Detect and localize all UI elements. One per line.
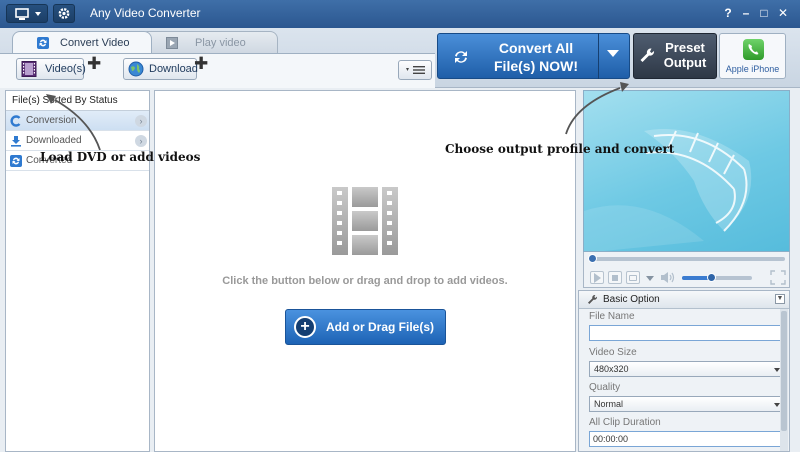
preset-output-label: Preset Output (656, 40, 714, 70)
playback-menu-arrow-icon[interactable] (646, 276, 654, 281)
sidebar-item-label: Conversion (26, 115, 77, 126)
drop-hint-text: Click the button below or drag and drop … (222, 275, 508, 287)
volume-slider[interactable] (682, 273, 752, 282)
sidebar-item-conversion[interactable]: Conversion › (6, 111, 149, 131)
monitor-icon (15, 8, 41, 20)
duration-label: All Clip Duration (589, 417, 661, 428)
convert-icon (37, 37, 49, 49)
quality-value: Normal (594, 399, 624, 409)
add-videos-plus-icon: ✚ (87, 54, 102, 73)
convert-line-1: Convert All (498, 40, 574, 56)
stop-icon (612, 275, 618, 281)
add-or-drag-files-label: Add or Drag File(s) (326, 320, 435, 334)
preset-output-button[interactable]: Preset Output (633, 33, 717, 79)
annotation-choose-profile: Choose output profile and convert (445, 142, 675, 156)
convert-split-divider (598, 33, 599, 79)
file-name-label: File Name (589, 311, 635, 322)
status-sidebar: File(s) Sorted By Status Conversion › Do… (5, 90, 150, 452)
help-button[interactable]: ? (720, 5, 736, 21)
maximize-button[interactable]: □ (756, 5, 772, 21)
preset-line-2: Output (663, 55, 707, 70)
phone-icon (743, 39, 764, 60)
basic-option-header[interactable]: Basic Option ▼ (579, 291, 789, 309)
download-label: Download (149, 63, 198, 75)
plus-circle-icon: + (294, 316, 316, 338)
preset-line-1: Preset (665, 40, 705, 55)
convert-all-button[interactable]: Convert All File(s) NOW! (437, 33, 630, 79)
convert-all-label: Convert All File(s) NOW! (471, 39, 601, 75)
basic-option-panel: Basic Option ▼ File Name Video Size 480x… (578, 290, 790, 452)
add-videos-label: Video(s) (45, 63, 86, 75)
convert-dropdown-arrow-icon[interactable] (607, 50, 619, 57)
options-scroll-thumb[interactable] (781, 311, 787, 431)
gear-icon (58, 8, 70, 19)
download-plus-icon: ✚ (194, 54, 209, 73)
video-film-icon (21, 61, 37, 77)
volume-icon[interactable] (660, 271, 676, 284)
main-menu-button[interactable] (6, 4, 48, 23)
play-video-icon (166, 37, 178, 49)
video-size-value: 480x320 (594, 364, 629, 374)
list-view-button[interactable] (398, 60, 432, 80)
quality-label: Quality (589, 382, 621, 393)
wrench-icon (640, 48, 655, 62)
settings-button[interactable] (53, 4, 75, 23)
list-icon (406, 66, 425, 74)
globe-icon (128, 61, 144, 77)
basic-option-title: Basic Option (603, 294, 660, 305)
tab-play-video-label: Play video (195, 37, 246, 49)
seek-bar[interactable] (588, 254, 785, 263)
duration-field[interactable]: 00:00:00 (589, 431, 785, 447)
film-strip-icon (332, 187, 398, 255)
minimize-button[interactable]: – (738, 5, 754, 21)
title-bar: Any Video Converter ? – □ ✕ (0, 0, 800, 28)
volume-knob[interactable] (707, 273, 717, 282)
video-size-select[interactable]: 480x320 (589, 361, 785, 377)
camera-icon (629, 275, 637, 281)
player-controls (583, 252, 790, 288)
output-profile-selector[interactable]: Apple iPhone (719, 33, 786, 79)
expand-icon[interactable] (770, 270, 786, 285)
download-button[interactable]: Download (123, 58, 198, 80)
conversion-icon (10, 115, 21, 127)
sidebar-item-downloaded[interactable]: Downloaded › (6, 131, 149, 151)
converted-icon (10, 155, 22, 167)
download-tray-icon (11, 136, 21, 147)
wrench-icon (588, 294, 598, 304)
sidebar-item-label: Downloaded (26, 135, 82, 146)
window-title: Any Video Converter (90, 6, 201, 20)
toolbar-row: Video(s) ✚ Download ✚ (0, 53, 435, 88)
add-videos-button[interactable]: Video(s) (16, 58, 86, 80)
tab-convert-video[interactable]: Convert Video (12, 31, 152, 53)
video-size-label: Video Size (589, 347, 637, 358)
quality-select[interactable]: Normal (589, 396, 785, 412)
play-button[interactable] (590, 271, 604, 284)
annotation-load-videos: Load DVD or add videos (40, 150, 201, 164)
tab-play-video[interactable]: Play video (140, 31, 278, 53)
tab-convert-video-label: Convert Video (60, 37, 130, 49)
chevron-right-icon: › (135, 115, 147, 127)
snapshot-button[interactable] (626, 271, 640, 284)
video-preview (583, 90, 790, 252)
sidebar-header: File(s) Sorted By Status (6, 91, 149, 111)
app-window: Any Video Converter ? – □ ✕ Play video C… (0, 0, 800, 452)
output-profile-label: Apple iPhone (725, 64, 780, 74)
close-button[interactable]: ✕ (775, 5, 791, 21)
options-scrollbar[interactable] (780, 309, 788, 451)
convert-line-2: File(s) NOW! (494, 58, 578, 74)
convert-arrows-icon (455, 51, 467, 63)
preview-film-reel-icon (584, 129, 752, 251)
play-icon (594, 273, 601, 283)
seek-knob[interactable] (588, 254, 597, 263)
add-or-drag-files-button[interactable]: + Add or Drag File(s) (285, 309, 446, 345)
stop-button[interactable] (608, 271, 622, 284)
chevron-right-icon: › (135, 135, 147, 147)
file-name-field[interactable] (589, 325, 785, 341)
collapse-icon[interactable]: ▼ (775, 294, 785, 304)
